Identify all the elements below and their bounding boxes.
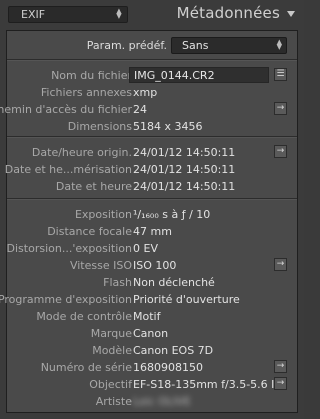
preset-label: Param. prédéf. xyxy=(86,39,167,52)
metadata-value: 0 EV xyxy=(133,242,158,255)
metadata-value: 24/01/12 14:50:11 xyxy=(133,180,236,193)
metadata-set-label: EXIF xyxy=(21,8,46,21)
metadata-value: EF-S18-135mm f/3.5-5.6 IS xyxy=(133,378,282,391)
metadata-row: Dimensions 5184 x 3456 xyxy=(7,119,297,135)
metadata-value: ¹/₁₆₀₀ s à ƒ / 10 xyxy=(133,208,211,221)
arrow-right-icon[interactable]: → xyxy=(274,145,287,158)
metadata-row: Vitesse ISO ISO 100 → xyxy=(7,258,297,274)
panel-header: EXIF ▲ ▼ Métadonnées xyxy=(0,0,304,30)
metadata-label: Date et he...mérisation xyxy=(4,163,132,176)
arrow-right-icon[interactable]: → xyxy=(274,360,287,373)
metadata-value: Canon EOS 7D xyxy=(133,344,214,357)
metadata-value: 24/01/12 14:50:11 xyxy=(133,163,236,176)
metadata-row: Fichiers annexes xmp xyxy=(7,85,297,101)
metadata-row: Date et he...mérisation 24/01/12 14:50:11 xyxy=(4,162,297,178)
metadata-value: ISO 100 xyxy=(133,259,177,272)
metadata-row: Numéro de série 1680908150 → xyxy=(7,360,297,376)
metadata-value: Non déclenché xyxy=(133,276,215,289)
metadata-label: Modèle xyxy=(92,344,132,357)
divider xyxy=(7,136,297,138)
metadata-label: Nom du fichier xyxy=(51,69,132,82)
metadata-row: Modèle Canon EOS 7D xyxy=(7,343,297,359)
metadata-row: Distance focale 47 mm xyxy=(7,224,297,240)
metadata-value: Canon xyxy=(133,327,169,340)
metadata-label: Exposition xyxy=(74,208,132,221)
metadata-panel: EXIF ▲ ▼ Métadonnées Param. prédéf. Sans … xyxy=(0,0,304,419)
metadata-row: Artiste Loic OLIVE xyxy=(7,394,297,410)
metadata-set-dropdown[interactable]: EXIF ▲ ▼ xyxy=(8,6,128,23)
metadata-label: Dimensions xyxy=(67,120,132,133)
list-icon[interactable]: ☰ xyxy=(274,68,287,81)
metadata-label: Distorsion...'exposition xyxy=(6,242,132,255)
metadata-value: 24 xyxy=(133,103,147,116)
preset-select[interactable]: Sans ▲ ▼ xyxy=(171,37,287,54)
metadata-label: Date/heure origin. xyxy=(31,146,132,159)
filename-field[interactable]: IMG_0144.CR2 xyxy=(129,67,269,83)
metadata-label: Mode de contrôle xyxy=(36,310,132,323)
metadata-row: Chemin d'accès du fichier 24 → xyxy=(0,102,297,118)
metadata-label: Objectif xyxy=(89,378,132,391)
metadata-value: 5184 x 3456 xyxy=(133,120,203,133)
metadata-label: Marque xyxy=(90,327,132,340)
panel-content: Param. prédéf. Sans ▲ ▼ Nom du fichier IMG… xyxy=(0,30,298,413)
metadata-row: Date/heure origin. 24/01/12 14:50:11 → xyxy=(7,145,297,161)
metadata-row: Exposition ¹/₁₆₀₀ s à ƒ / 10 xyxy=(7,207,297,223)
metadata-row: Programme d'exposition Priorité d'ouvertu… xyxy=(0,292,297,308)
metadata-label: Vitesse ISO xyxy=(69,259,132,272)
panel-title: Métadonnées xyxy=(176,4,280,22)
metadata-row: Objectif EF-S18-135mm f/3.5-5.6 IS → xyxy=(7,377,297,393)
preset-row: Param. prédéf. Sans ▲ ▼ xyxy=(7,35,297,55)
metadata-label: Chemin d'accès du fichier xyxy=(0,103,132,116)
metadata-label: Flash xyxy=(103,276,132,289)
metadata-row: Marque Canon xyxy=(7,326,297,342)
metadata-value: 1680908150 xyxy=(133,361,203,374)
metadata-value: 47 mm xyxy=(133,225,172,238)
divider xyxy=(7,198,297,200)
metadata-value: Priorité d'ouverture xyxy=(133,293,240,306)
arrow-right-icon[interactable]: → xyxy=(274,102,287,115)
up-down-arrows-icon: ▲ ▼ xyxy=(116,7,122,20)
metadata-value: xmp xyxy=(133,86,158,99)
arrow-right-icon[interactable]: → xyxy=(274,377,287,390)
metadata-label: Distance focale xyxy=(47,225,132,238)
metadata-label: Date et heure xyxy=(55,180,132,193)
metadata-row: Mode de contrôle Motif xyxy=(7,309,297,325)
collapse-triangle-icon[interactable] xyxy=(287,11,295,17)
metadata-value: Loic OLIVE xyxy=(133,395,191,408)
divider xyxy=(7,59,297,61)
metadata-row: Nom du fichier IMG_0144.CR2 ☰ xyxy=(7,67,297,84)
arrow-right-icon[interactable]: → xyxy=(274,258,287,271)
metadata-value: Motif xyxy=(133,310,161,323)
metadata-label: Fichiers annexes xyxy=(40,86,132,99)
metadata-row: Flash Non déclenché xyxy=(7,275,297,291)
metadata-value: IMG_0144.CR2 xyxy=(134,69,215,82)
preset-value: Sans xyxy=(182,39,209,52)
metadata-row: Distorsion...'exposition 0 EV xyxy=(7,241,297,257)
metadata-label: Programme d'exposition xyxy=(0,293,132,306)
metadata-label: Numéro de série xyxy=(40,361,132,374)
up-down-arrows-icon: ▲ ▼ xyxy=(276,38,282,51)
metadata-value: 24/01/12 14:50:11 xyxy=(133,146,236,159)
metadata-row: Date et heure 24/01/12 14:50:11 xyxy=(7,179,297,195)
metadata-label: Artiste xyxy=(95,395,132,408)
